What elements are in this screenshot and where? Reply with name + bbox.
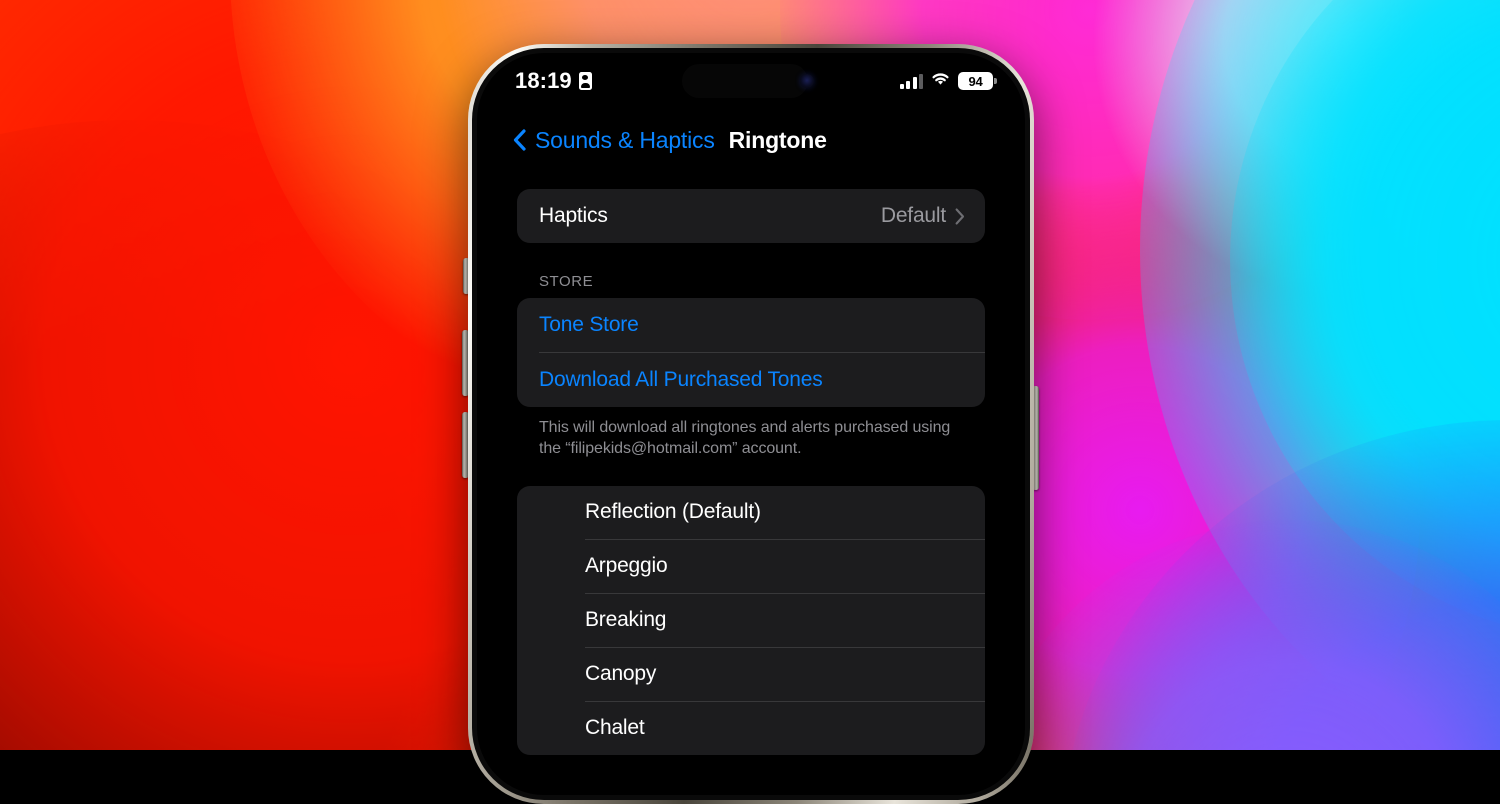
ringtone-list-group: Reflection (Default) Arpeggio Breaking C… bbox=[517, 486, 985, 755]
tone-name: Canopy bbox=[585, 662, 656, 686]
settings-content: Haptics Default STORE Tone Store bbox=[477, 171, 1025, 795]
tone-name: Chalet bbox=[585, 716, 645, 740]
status-clock: 18:19 bbox=[515, 68, 572, 94]
chevron-left-icon bbox=[513, 129, 526, 151]
status-bar-left: 18:19 bbox=[515, 68, 592, 94]
tone-store-label: Tone Store bbox=[539, 313, 639, 337]
tone-name: Arpeggio bbox=[585, 554, 667, 578]
phone-bezel: 18:19 94 bbox=[472, 48, 1030, 800]
haptics-label: Haptics bbox=[539, 204, 608, 228]
battery-indicator: 94 bbox=[958, 72, 993, 90]
haptics-value: Default bbox=[881, 204, 946, 228]
iphone-device-frame: 18:19 94 bbox=[468, 44, 1034, 804]
back-button[interactable]: Sounds & Haptics bbox=[513, 127, 715, 154]
list-item[interactable]: Breaking bbox=[517, 594, 985, 647]
phone-screen: 18:19 94 bbox=[477, 53, 1025, 795]
chevron-right-icon bbox=[955, 208, 965, 225]
list-item[interactable]: Canopy bbox=[517, 648, 985, 701]
download-all-purchased-tones-label: Download All Purchased Tones bbox=[539, 368, 823, 392]
cellular-signal-icon bbox=[900, 74, 924, 89]
list-item[interactable]: Chalet bbox=[517, 702, 985, 755]
tone-name: Breaking bbox=[585, 608, 666, 632]
haptics-group: Haptics Default bbox=[517, 189, 985, 243]
battery-percent-label: 94 bbox=[968, 74, 982, 89]
store-section-header: STORE bbox=[517, 243, 985, 298]
navigation-bar: Sounds & Haptics Ringtone bbox=[477, 109, 1025, 171]
page-title: Ringtone bbox=[729, 127, 827, 154]
wifi-icon bbox=[930, 71, 951, 92]
list-item[interactable]: Reflection (Default) bbox=[517, 486, 985, 539]
download-all-purchased-tones-row[interactable]: Download All Purchased Tones bbox=[517, 353, 985, 407]
haptics-row[interactable]: Haptics Default bbox=[517, 189, 985, 243]
face-id-icon bbox=[579, 72, 592, 90]
back-button-label: Sounds & Haptics bbox=[535, 127, 715, 154]
store-group: Tone Store Download All Purchased Tones bbox=[517, 298, 985, 407]
status-bar: 18:19 94 bbox=[477, 53, 1025, 109]
tone-store-row[interactable]: Tone Store bbox=[517, 298, 985, 352]
store-section-footer: This will download all ringtones and ale… bbox=[517, 407, 985, 460]
status-bar-right: 94 bbox=[900, 71, 994, 92]
tone-name: Reflection (Default) bbox=[585, 500, 761, 524]
list-item[interactable]: Arpeggio bbox=[517, 540, 985, 593]
